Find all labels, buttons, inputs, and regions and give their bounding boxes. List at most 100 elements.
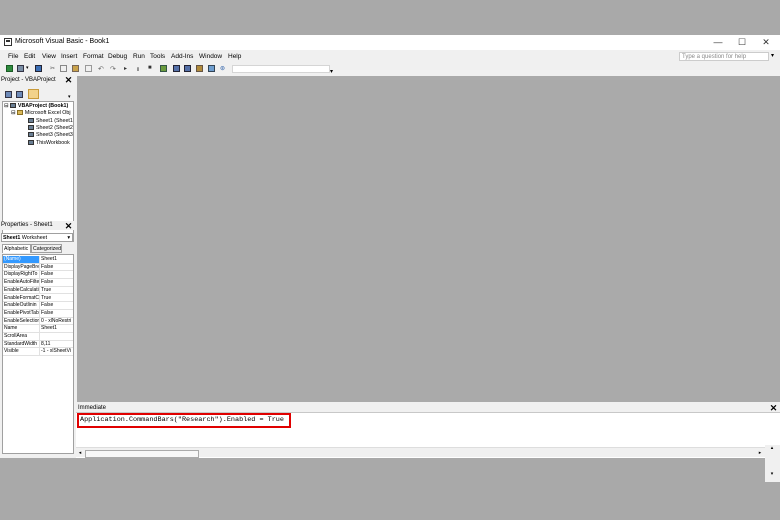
properties-object-select[interactable]: Sheet1 Worksheet ▾ (1, 233, 73, 242)
redo-icon[interactable]: ↷ (110, 65, 117, 73)
worksheet-icon (28, 125, 34, 131)
undo-icon[interactable]: ↶ (98, 65, 105, 73)
property-row[interactable]: DisplayPageBre False (3, 263, 73, 272)
property-name: EnableCalculati (4, 286, 40, 294)
property-name: (Name) (3, 256, 40, 263)
property-name: EnablePivotTab (4, 309, 40, 317)
help-icon[interactable]: ⊛ (220, 65, 227, 72)
menu-window[interactable]: Window (199, 53, 222, 60)
properties-window-icon[interactable] (184, 65, 191, 72)
menu-help[interactable]: Help (228, 53, 241, 60)
window-title: Microsoft Visual Basic - Book1 (15, 38, 110, 45)
vba-editor-window: Microsoft Visual Basic - Book1 — ☐ ✕ Fil… (0, 35, 780, 482)
insert-module-icon[interactable] (17, 65, 24, 72)
maximize-button[interactable]: ☐ (730, 36, 754, 48)
find-icon[interactable] (85, 65, 92, 72)
property-value[interactable]: True (41, 287, 73, 294)
scroll-up-icon[interactable]: ▴ (768, 445, 776, 451)
property-name: StandardWidth (3, 340, 40, 348)
tree-item-sheet3[interactable]: Sheet3 (Sheet3 (28, 132, 73, 138)
paste-icon[interactable] (72, 65, 79, 72)
immediate-hscrollbar[interactable]: ◂ ▸ (76, 447, 765, 458)
properties-grid: (Name) Sheet1 DisplayPageBre False DisplayRi… (2, 254, 74, 454)
tab-categorized[interactable]: Categorized (31, 244, 62, 253)
immediate-vscrollbar[interactable]: ▴ ▾ (765, 445, 780, 482)
menu-debug[interactable]: Debug (108, 53, 127, 60)
property-row[interactable]: EnableSelection 0 - xlNoRestri (3, 317, 73, 326)
chevron-down-icon: ▾ (67, 235, 70, 241)
scroll-thumb[interactable] (85, 450, 199, 458)
run-icon[interactable]: ▸ (124, 65, 131, 72)
menu-tools[interactable]: Tools (150, 53, 165, 60)
view-object-icon[interactable] (16, 91, 23, 98)
property-row[interactable]: Visible -1 - xlSheetVi (3, 348, 73, 357)
property-row[interactable]: EnableCalculati True (3, 286, 73, 295)
property-name: EnableSelection (4, 317, 40, 325)
close-window-button[interactable]: ✕ (754, 36, 778, 48)
cut-icon[interactable]: ✂ (50, 65, 57, 72)
menu-insert[interactable]: Insert (61, 53, 77, 60)
toolbox-icon[interactable] (208, 65, 215, 72)
property-value[interactable]: False (41, 310, 73, 317)
property-value[interactable]: False (41, 302, 73, 309)
copy-icon[interactable] (60, 65, 67, 72)
project-explorer-icon[interactable] (173, 65, 180, 72)
tree-item-sheet1[interactable]: Sheet1 (Sheet1 (28, 118, 73, 124)
project-toolbar-more-icon[interactable]: ▾ (68, 94, 71, 100)
menu-bar: File Edit View Insert Format Debug Run T… (0, 51, 780, 62)
property-row[interactable]: EnablePivotTab False (3, 309, 73, 318)
property-value[interactable]: -1 - xlSheetVi (41, 348, 73, 355)
property-name: ScrollArea (3, 333, 40, 340)
menu-format[interactable]: Format (83, 53, 104, 60)
property-value[interactable] (41, 333, 73, 340)
close-immediate-icon[interactable]: ✕ (769, 404, 778, 413)
menu-view[interactable]: View (42, 53, 56, 60)
property-row[interactable]: EnableFormatC True (3, 294, 73, 303)
property-row[interactable]: EnableAutoFilte False (3, 279, 73, 287)
help-search-input[interactable]: Type a question for help (679, 52, 769, 61)
save-icon[interactable] (35, 65, 42, 72)
object-browser-icon[interactable] (196, 65, 203, 72)
view-code-icon[interactable] (5, 91, 12, 98)
tree-folder-item[interactable]: ⊟ Microsoft Excel Obj (11, 110, 71, 116)
excel-view-icon[interactable] (6, 65, 13, 72)
property-row[interactable]: EnableOutlinin False (3, 302, 73, 310)
close-properties-panel-icon[interactable]: ✕ (64, 222, 73, 231)
property-row[interactable]: ScrollArea (3, 333, 73, 341)
workbook-icon (28, 140, 34, 146)
menu-run[interactable]: Run (133, 53, 145, 60)
tree-item-thisworkbook[interactable]: ThisWorkbook (28, 140, 70, 146)
property-value[interactable]: True (41, 295, 73, 302)
property-value[interactable]: False (41, 271, 73, 278)
property-value[interactable]: 8,11 (41, 341, 73, 348)
standard-toolbar: ▾ ✂ ↶ ↷ ▸ ॥ ■ ⊛ (0, 63, 780, 75)
scroll-down-icon[interactable]: ▾ (768, 471, 776, 477)
scroll-right-icon[interactable]: ▸ (756, 450, 764, 456)
property-value[interactable]: 0 - xlNoRestri (41, 318, 73, 325)
close-project-panel-icon[interactable]: ✕ (64, 76, 73, 85)
break-icon[interactable]: ॥ (136, 65, 143, 73)
menu-file[interactable]: File (8, 53, 18, 60)
reset-icon[interactable]: ■ (148, 65, 155, 72)
tree-root-item[interactable]: ⊟ VBAProject (Book1) (4, 103, 68, 109)
property-value[interactable]: Sheet1 (41, 325, 73, 332)
help-dropdown-icon[interactable]: ▾ (771, 52, 774, 59)
tab-alphabetic[interactable]: Alphabetic (2, 244, 31, 253)
toggle-folders-icon[interactable] (28, 89, 39, 99)
property-value[interactable]: False (41, 279, 73, 286)
property-row[interactable]: DisplayRightTo False (3, 271, 73, 280)
dropdown-arrow-icon[interactable]: ▾ (26, 65, 33, 72)
minimize-button[interactable]: — (706, 36, 730, 48)
menu-edit[interactable]: Edit (24, 53, 35, 60)
property-row[interactable]: Name Sheet1 (3, 325, 73, 333)
design-mode-icon[interactable] (160, 65, 167, 72)
menu-add-ins[interactable]: Add-Ins (171, 53, 193, 60)
tree-item-sheet2[interactable]: Sheet2 (Sheet2 (28, 125, 73, 131)
code-workspace (77, 76, 780, 402)
scroll-left-icon[interactable]: ◂ (76, 450, 84, 456)
property-value[interactable]: False (41, 264, 73, 271)
property-value[interactable]: Sheet1 (41, 256, 73, 263)
property-row[interactable]: (Name) Sheet1 (3, 256, 73, 264)
property-row[interactable]: StandardWidth 8,11 (3, 340, 73, 349)
toolbar-options-icon[interactable]: ▾ (330, 68, 336, 75)
